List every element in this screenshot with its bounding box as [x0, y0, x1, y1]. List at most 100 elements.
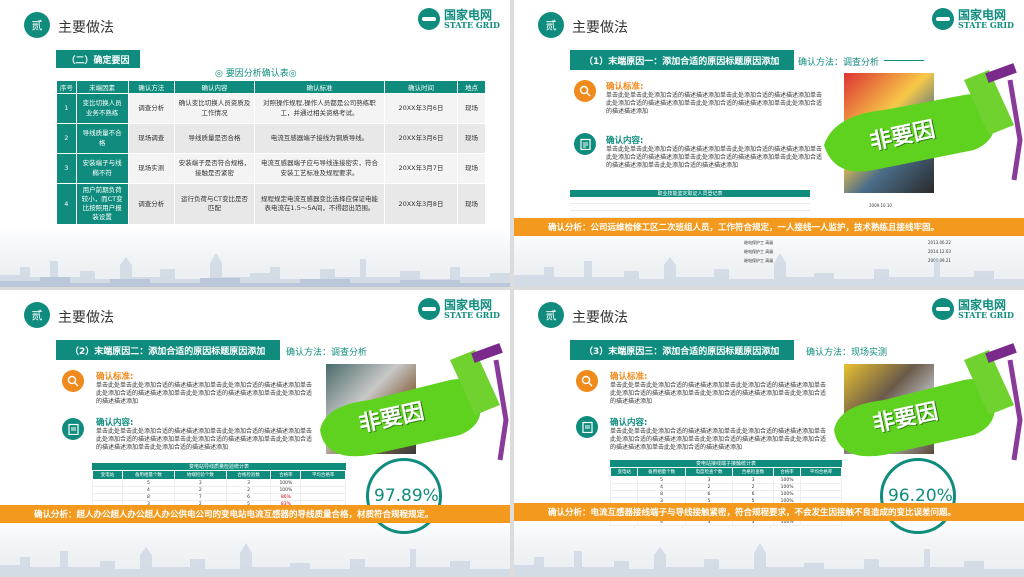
table-cell: 100%	[270, 486, 302, 494]
clipboard-icon	[62, 418, 84, 440]
table-cell	[609, 490, 639, 498]
table-cell: 5	[122, 479, 175, 487]
table-caption: ◎ 要因分析确认表◎	[215, 69, 297, 79]
table-header-cell: 确认方法	[127, 80, 175, 94]
table-cell-standard: 对照操作规程,操作人员都是公司熟练职工，并通过相关资格考试。	[253, 93, 385, 124]
table-cell: 8	[637, 490, 686, 498]
analysis-bar: 确认分析：电流互感器接线端子与导线接触紧密，符合规程要求，不会发生因接触不良造成…	[514, 503, 1024, 521]
cert-table-caption: 职业技能鉴定取证人员登记表	[570, 190, 810, 197]
slide-2[interactable]: 贰 主要做法 国家电网 STATE GRID （1）末端原因一：添加合适的原因标题…	[514, 0, 1024, 287]
table-cell-content: 运行负荷与CT变比是否匹配	[173, 182, 255, 226]
table-cell	[800, 476, 842, 484]
table-cell	[300, 486, 346, 494]
table-cell-content: 导线质量是否合格	[173, 123, 255, 154]
table-header-cell: 确认时间	[383, 80, 458, 94]
table-cell: 100%	[772, 483, 802, 491]
clipboard-icon	[576, 416, 598, 438]
cert-date-1: 2009.10.10	[869, 203, 892, 208]
slide-1[interactable]: 贰 主要做法 国家电网 STATE GRID （二）确定要因 ◎ 要因分析确认表◎…	[0, 0, 510, 287]
table-cell: 3	[173, 479, 227, 487]
table-row: 5 3 3 100%	[92, 479, 346, 487]
table-cell	[800, 483, 842, 491]
table-cell	[609, 483, 639, 491]
table-cell-seq: 4	[56, 182, 77, 226]
table-header-cell: 始端检验个数	[173, 470, 227, 480]
table-cell: 4	[122, 486, 175, 494]
table-cell-method: 调查分析	[127, 182, 175, 226]
table-header-cell: 合格率	[772, 467, 802, 477]
city-skyline	[514, 543, 1024, 577]
section-title: 主要做法	[572, 310, 628, 326]
table-header-cell: 备用相量个数	[122, 470, 175, 480]
table-cell: 86%	[270, 493, 302, 501]
cert-table-body	[570, 197, 810, 219]
table-header-cell: 确认标准	[253, 80, 385, 94]
standard-text: 单击此处单击此处添加合适的描述描述添加单击此处添加合适的描述描述添加单击此处添加…	[96, 382, 313, 406]
terminal-table-caption: 变电站接线端子接触统计表	[610, 460, 842, 467]
state-grid-logo: 国家电网 STATE GRID	[931, 298, 1014, 320]
table-cell-method: 现场实测	[127, 153, 175, 184]
table-cell	[300, 493, 346, 501]
table-cell-factor: 用户前期负荷较小，而CT变比按照用户报装设置	[75, 182, 129, 226]
table-header-cell: 变电站	[92, 470, 123, 480]
table-row: 4 用户前期负荷较小，而CT变比按照用户报装设置 调查分析 运行负荷与CT变比是否匹配…	[56, 182, 487, 226]
slide-4[interactable]: 贰 主要做法 国家电网 STATE GRID （3）末端原因三：添加合适的原因标题…	[514, 290, 1024, 577]
table-row: 4 2 2 100%	[92, 486, 346, 494]
slide-3[interactable]: 贰 主要做法 国家电网 STATE GRID （2）末端原因二：添加合适的原因标题…	[0, 290, 510, 577]
table-cell: 6	[225, 493, 272, 501]
wire-table-caption: 变电站导线质量检验统计表	[92, 463, 346, 470]
cert-table: 职业技能鉴定取证人员登记表	[570, 190, 810, 219]
table-cell-method: 现场调查	[127, 123, 175, 154]
table-cell: 6	[684, 490, 734, 498]
clipboard-icon	[574, 133, 596, 155]
table-header-cell: 平均合格率	[300, 470, 346, 480]
state-grid-logo: 国家电网 STATE GRID	[417, 8, 500, 30]
table-cell-standard: 电流互感器端子应与导线连接密实，符合安装工艺标准及规程要求。	[253, 153, 385, 184]
table-cell-time: 20XX年3月6日	[383, 123, 458, 154]
cause-header: （1）末端原因一：添加合适的原因标题原因添加	[570, 50, 794, 70]
table-header-cell: 变电站	[609, 467, 639, 477]
table-cell-factor: 变比切换人员业务不熟练	[75, 93, 129, 124]
table-cell-factor: 安装端子与线椭不符	[75, 153, 129, 184]
table-header-cell: 确认内容	[173, 80, 255, 94]
table-row: 5 3 3 100%	[609, 476, 842, 484]
table-cell: 100%	[772, 490, 802, 498]
table-cell-time: 20XX年3月8日	[383, 182, 458, 226]
table-cell-place: 现场	[456, 123, 487, 154]
section-title: 主要做法	[572, 20, 628, 36]
content-text: 单击此处单击此处添加合适的描述描述添加单击此处添加合适的描述描述添加单击此处添加…	[606, 146, 823, 170]
standard-title: 确认标准:	[610, 372, 648, 382]
table-header-cell: 合格检验数	[225, 470, 272, 480]
table-cell: 2	[225, 486, 272, 494]
table-row: 2 导线质量不合格 现场调查 导线质量是否合格 电流互感器端子接线为铜质导线。 20XX年…	[56, 123, 487, 154]
cert-cell: 继电保护工	[744, 240, 764, 245]
table-header-cell: 平均合格率	[800, 467, 842, 477]
state-grid-logo-icon	[417, 298, 440, 320]
cert-cell: 高级	[765, 240, 774, 245]
table-cell-seq: 2	[56, 123, 77, 154]
table-header-cell: 合格率	[270, 470, 302, 480]
section-badge: 贰	[538, 302, 564, 328]
table-cell-method: 调查分析	[127, 93, 175, 124]
table-cell	[609, 476, 639, 484]
pass-rate-percent: 97.89%	[374, 486, 439, 506]
table-header-cell: 末端因素	[75, 80, 129, 94]
table-cell: 3	[732, 476, 774, 484]
section-badge: 贰	[24, 302, 50, 328]
table-cell-standard: 电流互感器端子接线为铜质导线。	[253, 123, 385, 154]
table-row: 8 7 6 86%	[92, 493, 346, 501]
standard-text: 单击此处单击此处添加合适的描述描述添加单击此处添加合适的描述描述添加单击此处添加…	[610, 382, 827, 406]
table-cell: 2	[732, 483, 774, 491]
city-skyline	[0, 543, 510, 577]
content-title: 确认内容:	[96, 418, 134, 428]
section-title: 主要做法	[58, 310, 114, 326]
cert-date-2: 2013.06.22	[928, 240, 951, 245]
table-header-cell: 合格检查数	[732, 467, 774, 477]
table-row: 3 安装端子与线椭不符 现场实测 安装端子是否符合规格，接触是否紧密 电流互感器端子应与…	[56, 153, 487, 184]
state-grid-logo-icon	[931, 8, 954, 30]
table-cell	[92, 479, 123, 487]
standard-title: 确认标准:	[606, 82, 644, 92]
state-grid-logo-icon	[931, 298, 954, 320]
table-cell	[800, 490, 842, 498]
table-row: 1 变比切换人员业务不熟练 调查分析 确认变比切换人员资质及工作情况 对照操作规程,操作…	[56, 93, 487, 124]
